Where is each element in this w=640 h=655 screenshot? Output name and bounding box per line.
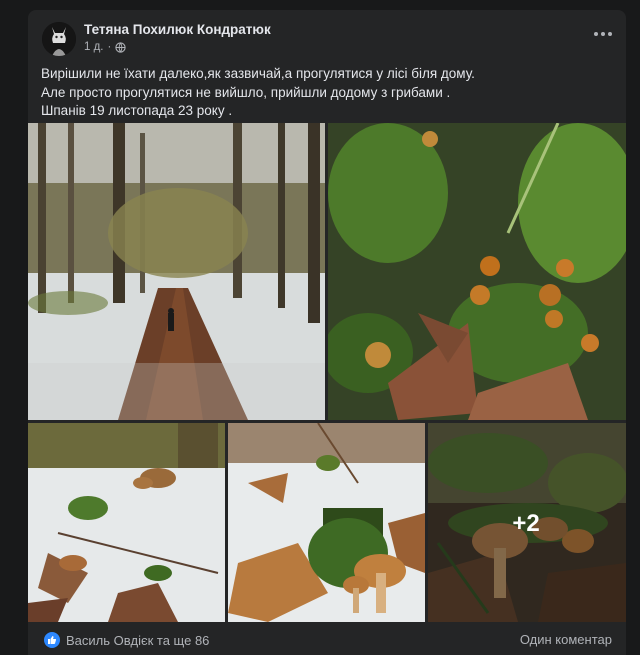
reactions-summary[interactable]: Василь Овдієк та ще 86 [44, 632, 209, 648]
post-text: Вирішили не їхати далеко,як зазвичай,а п… [41, 65, 611, 121]
photo-mushrooms-snow[interactable] [228, 423, 425, 622]
post-text-line: Вирішили не їхати далеко,як зазвичай,а п… [41, 66, 475, 81]
post-time[interactable]: 1 д. [84, 41, 104, 53]
post-card: Тетяна Похилюк Кондратюк 1 д. · Вирішили… [28, 10, 626, 655]
photo-snow-leaves[interactable] [28, 423, 225, 622]
author-avatar[interactable] [42, 22, 76, 56]
more-photos-overlay[interactable]: +2 [428, 423, 626, 622]
photo-grid: +2 [28, 123, 626, 622]
post-footer: Василь Овдієк та ще 86 Один коментар [28, 622, 626, 655]
post-text-line: Шпанів 19 листопада 23 року . [41, 103, 233, 118]
more-photos-count: +2 [512, 510, 540, 537]
like-icon [44, 632, 60, 648]
author-name[interactable]: Тетяна Похилюк Кондратюк [84, 22, 271, 37]
globe-icon [115, 41, 126, 53]
photo-forest-path[interactable] [28, 123, 325, 420]
post-text-line: Але просто прогулятися не вийшло, прийшл… [41, 84, 451, 100]
photo-more[interactable]: +2 [428, 423, 626, 622]
reactions-text: Василь Овдієк та ще 86 [66, 632, 210, 648]
post-meta: 1 д. · [84, 41, 126, 53]
comments-count[interactable]: Один коментар [520, 632, 612, 647]
more-options-icon[interactable] [592, 28, 614, 40]
photo-moss-mushrooms[interactable] [328, 123, 626, 420]
